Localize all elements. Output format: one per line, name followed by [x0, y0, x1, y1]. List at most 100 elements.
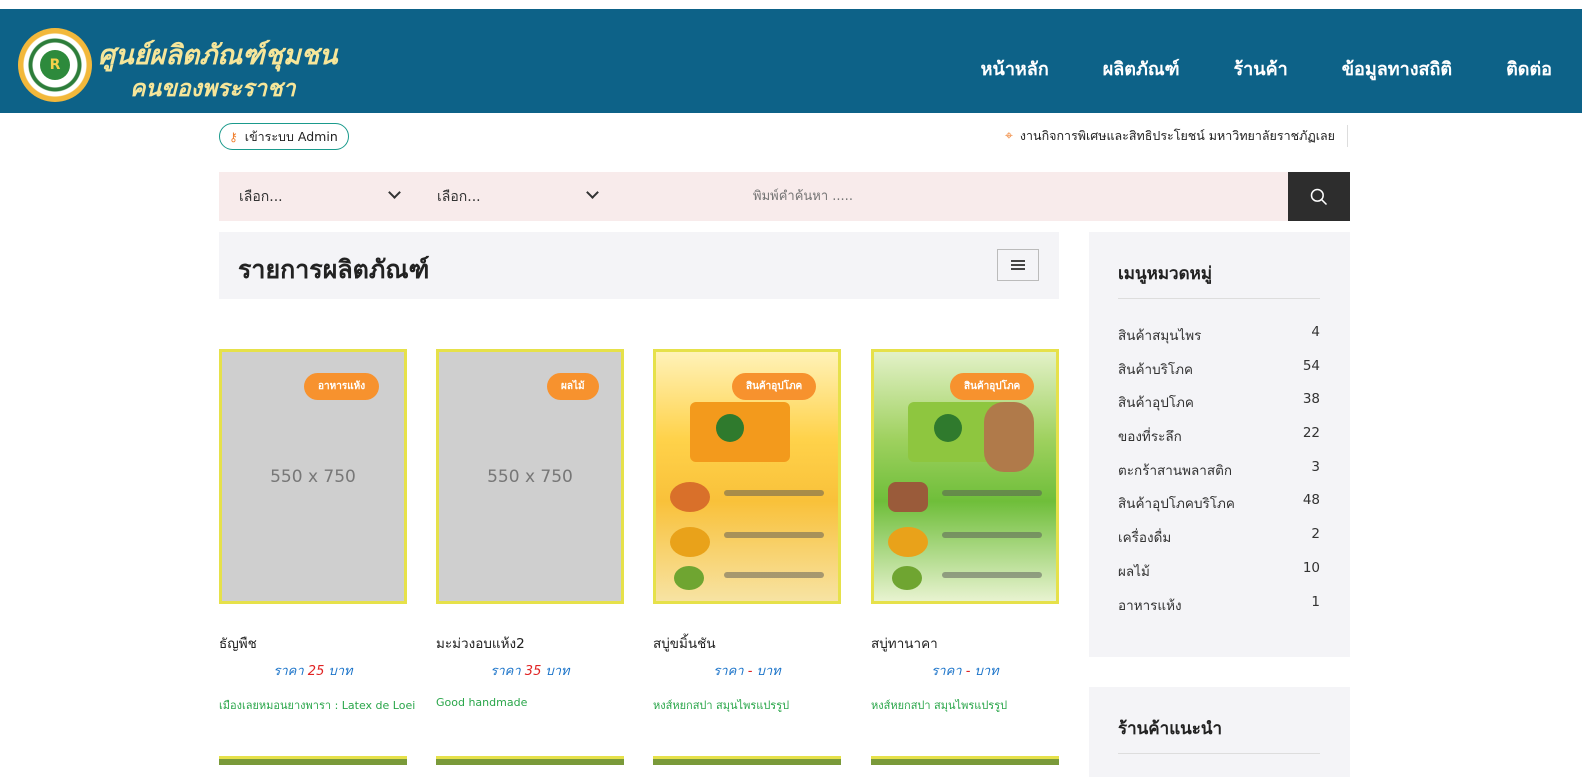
- shop-link[interactable]: หงส์หยกสปา สมุนไพรแปรรูป: [653, 696, 841, 714]
- soap-logo-image: [716, 414, 744, 442]
- product-card-next-row[interactable]: [436, 756, 624, 765]
- category-label: ตะกร้าสานพลาสติก: [1118, 462, 1233, 479]
- product-card-next-row[interactable]: [871, 756, 1059, 765]
- category-item[interactable]: สินค้าอุปโภคบริโภค 48: [1118, 492, 1320, 526]
- search-bar: เลือก... เลือก...: [219, 172, 1350, 221]
- product-image[interactable]: สินค้าอุปโภค: [871, 349, 1059, 604]
- recommended-shops-title: ร้านค้าแนะนำ: [1118, 719, 1223, 739]
- category-item[interactable]: สินค้าสมุนไพร 4: [1118, 324, 1320, 358]
- category-item[interactable]: ของที่ระลึก 22: [1118, 425, 1320, 459]
- lime-image: [892, 566, 922, 590]
- category-menu: เมนูหมวดหมู่ สินค้าสมุนไพร 4 สินค้าบริโภค…: [1089, 232, 1350, 657]
- product-card[interactable]: 550 x 750 อาหารแห้ง ธัญพืช ราคา 25 บาท เ…: [219, 349, 415, 714]
- category-label: อาหารแห้ง: [1118, 597, 1182, 614]
- admin-login-label: เข้าระบบ Admin: [244, 128, 338, 144]
- category-count: 48: [1302, 492, 1320, 509]
- chevron-down-icon: [388, 186, 401, 199]
- price-suffix: บาท: [974, 664, 999, 679]
- shop-select-value: เลือก...: [437, 188, 481, 205]
- category-label: เครื่องดื่ม: [1118, 530, 1172, 547]
- product-list-header: รายการผลิตภัณฑ์: [219, 232, 1059, 299]
- price-prefix: ราคา: [931, 664, 962, 679]
- text-line: [942, 490, 1042, 496]
- divider: [1118, 753, 1320, 754]
- category-item[interactable]: อาหารแห้ง 1: [1118, 594, 1320, 628]
- category-count: 22: [1302, 425, 1320, 442]
- category-badge[interactable]: อาหารแห้ง: [304, 373, 380, 400]
- category-count: 1: [1311, 593, 1320, 610]
- category-item[interactable]: สินค้าบริโภค 54: [1118, 358, 1320, 392]
- lime-image: [674, 566, 704, 590]
- category-select[interactable]: เลือก...: [239, 172, 401, 221]
- shop-link[interactable]: เมืองเลยหมอนยางพารา : Latex de Loei: [219, 696, 415, 714]
- thanaka-wood-image: [984, 402, 1034, 472]
- product-name[interactable]: ธัญพืช: [219, 632, 407, 654]
- category-select-value: เลือก...: [239, 188, 283, 205]
- key-icon: ⚷: [229, 129, 238, 144]
- category-item[interactable]: เครื่องดื่ม 2: [1118, 526, 1320, 560]
- category-item[interactable]: ตะกร้าสานพลาสติก 3: [1118, 459, 1320, 493]
- category-label: ผลไม้: [1118, 563, 1150, 580]
- product-card-next-row[interactable]: [653, 756, 841, 765]
- shop-select[interactable]: เลือก...: [437, 172, 599, 221]
- soap-logo-image: [934, 414, 962, 442]
- product-card[interactable]: สินค้าอุปโภค สบู่ทานาคา ราคา - บาท หงส์ห…: [871, 349, 1059, 714]
- category-badge[interactable]: ผลไม้: [547, 373, 599, 400]
- logo-core: R: [40, 50, 70, 80]
- product-card[interactable]: 550 x 750 ผลไม้ มะม่วงอบแห้ง2 ราคา 35 บา…: [436, 349, 624, 709]
- nav-products[interactable]: ผลิตภัณฑ์: [1103, 54, 1180, 83]
- category-badge[interactable]: สินค้าอุปโภค: [950, 373, 1035, 400]
- nav-shops[interactable]: ร้านค้า: [1234, 54, 1288, 83]
- brand-subtitle[interactable]: คนของพระราชา: [130, 71, 296, 107]
- product-card[interactable]: สินค้าอุปโภค สบู่ขมิ้นชัน ราคา - บาท หงส…: [653, 349, 841, 714]
- category-count: 4: [1311, 324, 1320, 340]
- list-view-icon: [1011, 260, 1025, 262]
- logo-icon[interactable]: R: [18, 28, 92, 102]
- nav-contact[interactable]: ติดต่อ: [1506, 54, 1552, 83]
- nav-home[interactable]: หน้าหลัก: [981, 54, 1049, 83]
- product-list-title: รายการผลิตภัณฑ์: [238, 255, 430, 284]
- main-nav: หน้าหลัก ผลิตภัณฑ์ ร้านค้า ข้อมูลทางสถิต…: [981, 54, 1552, 83]
- organization-label: งานกิจการพิเศษและสิทธิประโยชน์ มหาวิทยาล…: [1019, 128, 1335, 143]
- honey-image: [888, 527, 928, 557]
- image-placeholder-text: 550 x 750: [487, 467, 573, 487]
- nav-statistics[interactable]: ข้อมูลทางสถิติ: [1342, 54, 1452, 83]
- category-item[interactable]: สินค้าอุปโภค 38: [1118, 391, 1320, 425]
- price-value: 25: [307, 664, 325, 679]
- brand-title[interactable]: ศูนย์ผลิตภัณฑ์ชุมชน: [98, 33, 337, 76]
- product-image[interactable]: 550 x 750 อาหารแห้ง: [219, 349, 407, 604]
- product-card-next-row[interactable]: [219, 756, 407, 765]
- category-count: 38: [1302, 391, 1320, 408]
- product-image[interactable]: 550 x 750 ผลไม้: [436, 349, 624, 604]
- product-image[interactable]: สินค้าอุปโภค: [653, 349, 841, 604]
- price-prefix: ราคา: [490, 664, 521, 679]
- chevron-down-icon: [586, 186, 599, 199]
- honey-image: [670, 527, 710, 557]
- organization-info: ⌖ งานกิจการพิเศษและสิทธิประโยชน์ มหาวิทย…: [1005, 125, 1348, 147]
- text-line: [724, 490, 824, 496]
- text-line: [942, 532, 1042, 538]
- product-name[interactable]: มะม่วงอบแห้ง2: [436, 632, 624, 654]
- product-price: ราคา 35 บาท: [436, 660, 624, 681]
- search-icon: [1310, 188, 1328, 205]
- price-prefix: ราคา: [713, 664, 744, 679]
- category-count: 3: [1311, 458, 1320, 475]
- admin-login-button[interactable]: ⚷ เข้าระบบ Admin: [219, 123, 349, 150]
- category-count: 10: [1302, 559, 1320, 576]
- shop-link[interactable]: หงส์หยกสปา สมุนไพรแปรรูป: [871, 696, 1059, 714]
- list-view-button[interactable]: [997, 249, 1039, 281]
- price-value: -: [747, 664, 753, 679]
- search-input[interactable]: [753, 172, 1273, 221]
- recommended-shops: ร้านค้าแนะนำ: [1089, 687, 1350, 777]
- product-name[interactable]: สบู่ขมิ้นชัน: [653, 632, 841, 654]
- image-placeholder-text: 550 x 750: [270, 467, 356, 487]
- search-button[interactable]: [1288, 172, 1350, 221]
- price-prefix: ราคา: [273, 664, 304, 679]
- product-price: ราคา - บาท: [871, 660, 1059, 681]
- category-badge[interactable]: สินค้าอุปโภค: [732, 373, 817, 400]
- category-item[interactable]: ผลไม้ 10: [1118, 560, 1320, 594]
- category-label: สินค้าสมุนไพร: [1118, 328, 1202, 344]
- product-name[interactable]: สบู่ทานาคา: [871, 632, 1059, 654]
- category-label: สินค้าบริโภค: [1118, 361, 1194, 378]
- shop-link[interactable]: Good handmade: [436, 696, 624, 709]
